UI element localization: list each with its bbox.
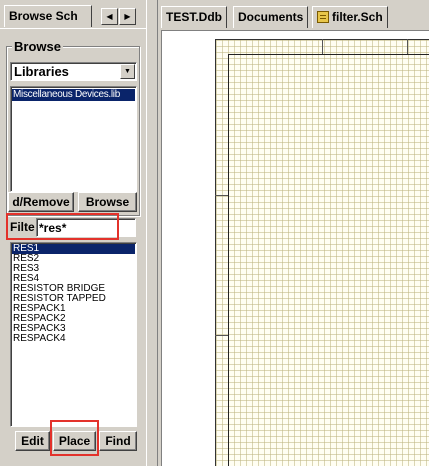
browse-type-value: Libraries — [14, 64, 69, 79]
chevron-down-icon[interactable]: ▼ — [120, 64, 135, 79]
tab-browse-sch[interactable]: Browse Sch — [4, 5, 92, 27]
zone-divider — [215, 335, 228, 336]
panel-edge — [0, 28, 146, 29]
schematic-sheet-icon — [317, 11, 329, 23]
edit-button[interactable]: Edit — [15, 431, 50, 451]
panel-splitter[interactable] — [146, 0, 158, 466]
tab-filter-sch[interactable]: filter.Sch — [312, 6, 388, 28]
browse-type-select[interactable]: Libraries ▼ — [10, 62, 137, 81]
zone-divider — [215, 195, 228, 196]
add-remove-button[interactable]: d/Remove — [8, 192, 74, 212]
tab-scroll-right-button[interactable]: ▶ — [119, 8, 136, 25]
triangle-left-icon: ◀ — [106, 12, 113, 21]
list-item[interactable]: RESPACK4 — [12, 334, 135, 344]
zone-divider — [322, 39, 323, 54]
triangle-right-icon: ▶ — [124, 12, 131, 21]
zone-divider — [407, 39, 408, 54]
filter-highlight-box — [6, 213, 119, 240]
find-button[interactable]: Find — [99, 431, 137, 451]
tab-filter-sch-label: filter.Sch — [332, 10, 383, 24]
browse-button[interactable]: Browse — [78, 192, 137, 212]
library-list[interactable]: Miscellaneous Devices.lib — [10, 86, 137, 192]
sheet-border — [228, 54, 429, 466]
browse-group-title: Browse — [12, 39, 63, 54]
tab-test-ddb[interactable]: TEST.Ddb — [161, 6, 227, 28]
place-highlight-box — [50, 420, 99, 456]
tab-scroll-left-button[interactable]: ◀ — [101, 8, 118, 25]
library-list-item[interactable]: Miscellaneous Devices.lib — [12, 89, 135, 101]
tab-documents[interactable]: Documents — [233, 6, 309, 28]
component-list[interactable]: RES1 RES2 RES3 RES4 RESISTOR BRIDGE RESI… — [10, 242, 137, 427]
